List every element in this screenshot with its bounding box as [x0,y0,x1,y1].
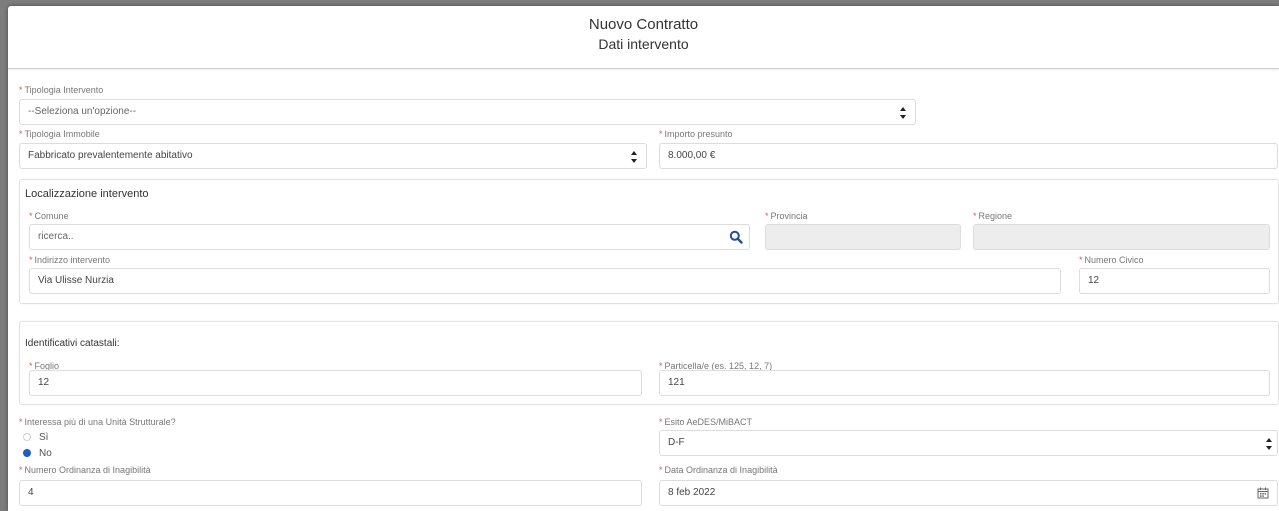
comune-search-input[interactable]: ricerca.. [29,224,750,250]
importo-presunto-label: * Importo presunto [659,129,733,139]
select-arrows-icon [631,151,637,163]
tipologia-intervento-select[interactable]: --Seleziona un'opzione-- [19,99,916,125]
tipologia-immobile-value: Fabbricato prevalentemente abitativo [28,150,193,161]
numero-civico-input[interactable]: 12 [1079,268,1270,294]
indirizzo-label: * Indirizzo intervento [29,255,111,265]
numero-ordinanza-label: * Numero Ordinanza di Inagibilità [19,465,151,475]
data-ordinanza-value: 8 feb 2022 [668,487,716,498]
page-subtitle: Dati intervento [598,36,689,52]
radio-option-si[interactable]: Sì [23,432,48,443]
select-arrows-icon [1266,438,1272,450]
data-ordinanza-label: * Data Ordinanza di Inagibilità [659,465,778,475]
indirizzo-value: Via Ulisse Nurzia [38,275,114,286]
numero-ordinanza-value: 4 [28,487,34,498]
tipologia-intervento-label: * Tipologia Intervento [19,85,104,95]
provincia-label: * Provincia [765,211,808,221]
page-title: Nuovo Contratto [588,16,699,33]
tipologia-intervento-value: --Seleziona un'opzione-- [28,106,137,117]
radio-si[interactable] [23,433,31,442]
esito-label: * Esito AeDES/MiBACT [659,417,753,427]
tipologia-immobile-select[interactable]: Fabbricato prevalentemente abitativo [19,143,647,169]
esito-value: D-F [668,437,685,448]
page-header: Nuovo Contratto Dati intervento [8,6,1279,69]
particella-value: 121 [668,377,685,388]
numero-civico-value: 12 [1088,275,1100,286]
numero-civico-label: * Numero Civico [1079,255,1144,265]
unita-strutturale-label: * Interessa più di una Unità Strutturale? [19,417,176,427]
localizzazione-title: Localizzazione intervento [25,188,149,200]
regione-field [973,224,1270,250]
foglio-value: 12 [38,377,50,388]
comune-label: * Comune [29,211,69,221]
importo-presunto-value: 8.000,00 € [668,150,716,161]
particella-input[interactable]: 121 [659,370,1270,396]
comune-placeholder: ricerca.. [38,231,74,242]
esito-select[interactable]: D-F [659,430,1278,456]
calendar-icon[interactable] [1257,487,1269,499]
select-arrows-icon [900,107,906,119]
numero-ordinanza-input[interactable]: 4 [19,480,642,506]
indirizzo-input[interactable]: Via Ulisse Nurzia [29,268,1061,294]
data-ordinanza-input[interactable]: 8 feb 2022 [659,480,1278,506]
tipologia-immobile-label: * Tipologia Immobile [19,129,100,139]
form-window: Nuovo Contratto Dati intervento * Tipolog… [8,6,1279,511]
foglio-input[interactable]: 12 [29,370,642,396]
radio-no-checked[interactable] [23,449,31,458]
search-icon[interactable] [729,230,743,244]
catastali-title: Identificativi catastali: [25,338,120,349]
regione-label: * Regione [973,211,1013,221]
radio-option-no[interactable]: No [23,448,52,459]
importo-presunto-input[interactable]: 8.000,00 € [659,143,1278,169]
provincia-field [765,224,961,250]
